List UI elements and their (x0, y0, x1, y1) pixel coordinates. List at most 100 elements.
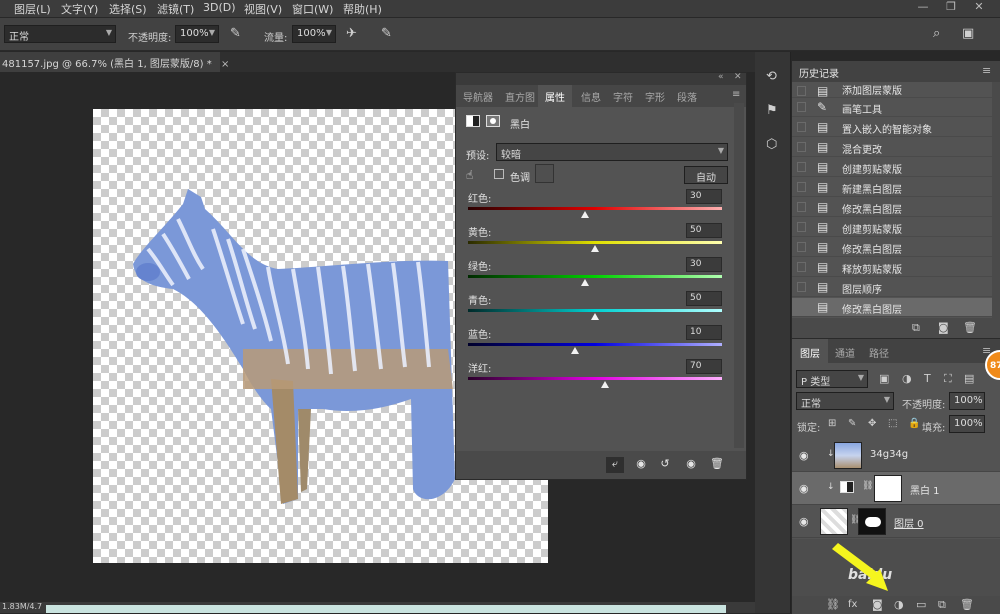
link-icon[interactable]: ⛓ (862, 481, 873, 491)
tab-navigator[interactable]: 导航器 (463, 89, 493, 104)
minimize-button[interactable]: — (910, 0, 936, 14)
visibility-eye-icon[interactable]: ◉ (799, 482, 809, 495)
slider-thumb-magenta[interactable] (601, 381, 610, 388)
workspace-icon[interactable]: ▣ (962, 27, 974, 41)
history-source-checkbox[interactable] (797, 122, 806, 132)
history-panel-icon[interactable]: ⟲ (766, 70, 777, 84)
slider-track-green[interactable] (468, 275, 722, 278)
history-source-checkbox[interactable] (797, 262, 806, 272)
layer-mask-thumbnail[interactable] (874, 475, 902, 502)
blend-mode-dropdown[interactable]: 正常 ▼ (796, 392, 894, 410)
snapshot-icon[interactable]: ◙ (938, 321, 949, 335)
slider-track-yellow[interactable] (468, 241, 722, 244)
slider-thumb-green[interactable] (580, 279, 589, 286)
tint-checkbox[interactable] (494, 169, 504, 179)
layer-row[interactable]: ◉ ⛓ 图层 0 (792, 505, 1000, 538)
airbrush-icon[interactable]: ✈ (346, 27, 357, 41)
close-window-button[interactable]: ✕ (966, 0, 992, 14)
document-tab[interactable]: 481157.jpg @ 66.7% (黑白 1, 图层蒙版/8) * × (0, 52, 229, 72)
slider-value-magenta[interactable]: 70 (686, 359, 722, 374)
history-source-checkbox[interactable] (797, 222, 806, 232)
menu-layer[interactable]: 图层(L) (14, 1, 51, 17)
slider-thumb-blue[interactable] (570, 347, 579, 354)
search-icon[interactable]: ⌕ (933, 27, 940, 41)
new-layer-icon[interactable]: ⧉ (938, 598, 946, 612)
filter-smart-object-icon[interactable]: ▤ (964, 372, 974, 386)
history-source-checkbox[interactable] (797, 102, 806, 112)
lock-position-icon[interactable]: ✥ (868, 417, 876, 431)
lock-transparent-icon[interactable]: ⊞ (828, 417, 836, 431)
new-document-from-state-icon[interactable]: ⧉ (912, 321, 920, 335)
fill-input[interactable]: 100% (949, 415, 985, 433)
targeted-adjust-icon[interactable]: ☝ (466, 168, 473, 182)
slider-value-yellow[interactable]: 50 (686, 223, 722, 238)
slider-value-blue[interactable]: 10 (686, 325, 722, 340)
slider-thumb-yellow[interactable] (591, 245, 599, 252)
flow-input[interactable]: 100% ▼ (292, 25, 336, 43)
add-mask-icon[interactable]: ◙ (872, 598, 883, 612)
fx-icon[interactable]: fx (848, 598, 857, 612)
history-item[interactable]: ▤ 混合更改 (792, 138, 992, 157)
history-source-checkbox[interactable] (797, 282, 806, 292)
filter-shape-icon[interactable]: ⛶ (944, 372, 952, 386)
visibility-eye-icon[interactable]: ◉ (799, 515, 809, 528)
visibility-eye-icon[interactable]: ◉ (682, 457, 700, 473)
filter-type-icon[interactable]: T (924, 372, 931, 386)
visibility-eye-icon[interactable]: ◉ (799, 449, 809, 462)
reset-icon[interactable]: ↺ (656, 457, 674, 473)
opacity-input[interactable]: 100% ▼ (175, 25, 219, 43)
history-source-checkbox[interactable] (797, 142, 806, 152)
layer-opacity-input[interactable]: 100% (949, 392, 985, 410)
slider-thumb-cyan[interactable] (591, 313, 599, 320)
filter-pixel-icon[interactable]: ▣ (879, 372, 889, 386)
slider-track-cyan[interactable] (468, 309, 722, 312)
menu-select[interactable]: 选择(S) (109, 1, 147, 17)
menu-filter[interactable]: 滤镜(T) (157, 1, 194, 17)
history-item[interactable]: ✎ 画笔工具 (792, 98, 992, 117)
slider-value-red[interactable]: 30 (686, 189, 722, 204)
new-adjustment-icon[interactable]: ◑ (894, 598, 904, 612)
history-item[interactable]: ▤ 修改黑白图层 (792, 238, 992, 257)
layer-row-selected[interactable]: ◉ ↓ ⛓ 黑白 1 (792, 472, 1000, 505)
tab-histogram[interactable]: 直方图 (505, 89, 535, 104)
slider-track-blue[interactable] (468, 343, 722, 346)
layer-filter-dropdown[interactable]: P 类型 ▼ (796, 370, 868, 388)
menu-type[interactable]: 文字(Y) (61, 1, 98, 17)
slider-track-red[interactable] (468, 207, 722, 210)
filter-adjustment-icon[interactable]: ◑ (902, 372, 912, 386)
history-source-checkbox[interactable] (797, 86, 806, 96)
menu-window[interactable]: 窗口(W) (292, 1, 333, 17)
collapse-icon[interactable]: « (718, 72, 724, 82)
tab-paths[interactable]: 路径 (869, 345, 889, 360)
history-item[interactable]: ▤ 创建剪贴蒙版 (792, 218, 992, 237)
tint-color-swatch[interactable] (535, 164, 554, 183)
layer-mask-thumbnail[interactable] (858, 508, 886, 535)
lock-artboard-icon[interactable]: ⬚ (888, 417, 897, 431)
delete-icon[interactable]: 🗑 (708, 457, 726, 473)
layer-row[interactable]: ◉ ↓ 34g34g (792, 439, 1000, 472)
slider-value-green[interactable]: 30 (686, 257, 722, 272)
menu-view[interactable]: 视图(V) (244, 1, 282, 17)
tab-properties[interactable]: 属性 (545, 89, 565, 104)
actions-panel-icon[interactable]: ⚑ (766, 104, 778, 118)
mode-dropdown[interactable]: 正常 ▼ (4, 25, 116, 43)
close-icon[interactable]: ✕ (734, 72, 742, 82)
layer-name[interactable]: 黑白 1 (910, 482, 940, 497)
history-item[interactable]: ▤ 释放剪贴蒙版 (792, 258, 992, 277)
tab-character[interactable]: 字符 (613, 89, 633, 104)
tab-paragraph[interactable]: 段落 (677, 89, 697, 104)
auto-button[interactable]: 自动 (684, 166, 728, 184)
slider-track-magenta[interactable] (468, 377, 722, 380)
delete-icon[interactable]: 🗑 (963, 321, 977, 335)
history-source-checkbox[interactable] (797, 162, 806, 172)
view-previous-icon[interactable]: ◉ (632, 457, 650, 473)
history-item[interactable]: ▤ 图层顺序 (792, 278, 992, 297)
3d-panel-icon[interactable]: ⬡ (766, 138, 777, 152)
preset-dropdown[interactable]: 较暗 ▼ (496, 143, 728, 161)
history-item[interactable]: ▤ 新建黑白图层 (792, 178, 992, 197)
lock-pixels-icon[interactable]: ✎ (848, 417, 856, 431)
new-group-icon[interactable]: ▭ (916, 598, 926, 612)
history-scrollbar[interactable] (992, 82, 1000, 318)
close-tab-icon[interactable]: × (221, 59, 229, 70)
menu-3d[interactable]: 3D(D) (203, 1, 236, 14)
